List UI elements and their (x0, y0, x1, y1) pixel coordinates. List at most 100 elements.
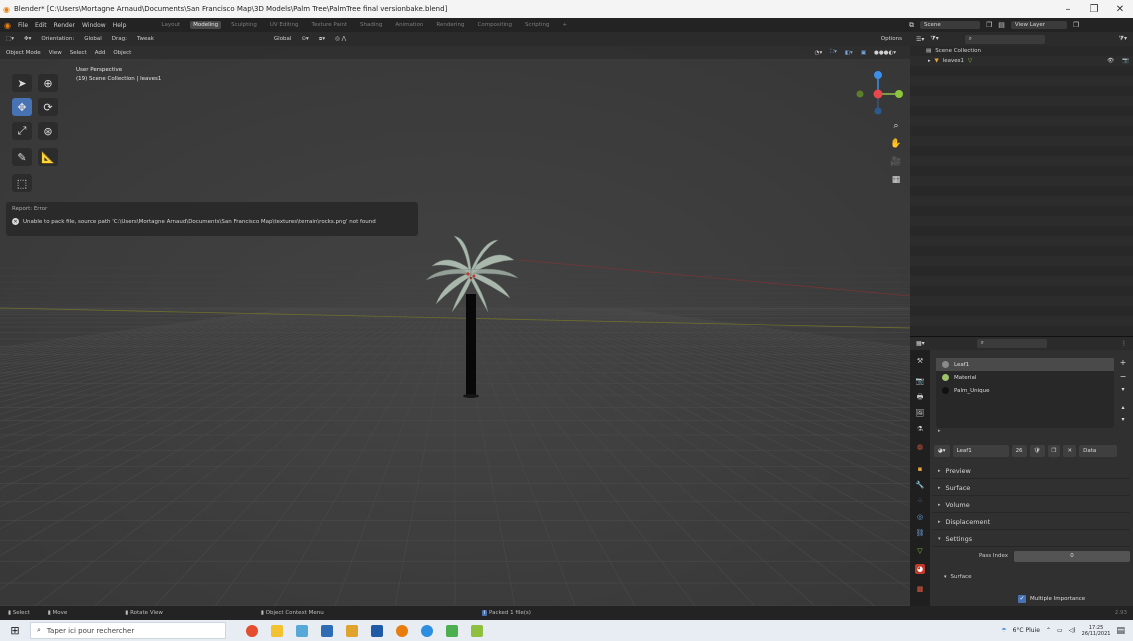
slot-add-button[interactable]: + (1118, 358, 1128, 368)
windows-start-icon[interactable]: ⊞ (0, 624, 30, 637)
blender-menu-icon[interactable]: ◉ (4, 21, 11, 30)
panel-settings[interactable]: ▾ Settings (932, 532, 1130, 547)
texture-tab-icon[interactable]: ▩ (915, 584, 925, 594)
output-tab-icon[interactable]: 🖶 (915, 392, 925, 402)
unlink-material-icon[interactable]: ✕ (1063, 445, 1077, 457)
outliner-search-input[interactable]: ⌕ (964, 34, 1045, 44)
new-view-layer-icon[interactable]: ❐ (1073, 21, 1079, 29)
properties-options-icon[interactable]: ⋮ (1121, 340, 1133, 347)
menu-window[interactable]: Window (82, 22, 106, 29)
new-scene-icon[interactable]: ❐ (986, 21, 992, 29)
tab-shading[interactable]: Shading (357, 21, 385, 29)
multiple-importance-checkbox[interactable]: ✓ Multiple Importance (1018, 595, 1085, 603)
outliner-filter-icon[interactable]: ⧩▾ (1119, 35, 1133, 43)
file-explorer-app-icon[interactable] (271, 624, 283, 637)
material-slot-material[interactable]: Material (936, 371, 1114, 384)
report-error-panel[interactable]: Report: Error ✕ Unable to pack file, sou… (6, 202, 418, 236)
move-tool-icon[interactable]: ✥ (12, 98, 32, 116)
scene-tab-icon[interactable]: ⚗ (915, 424, 925, 434)
fake-user-icon[interactable]: 🛡 (1029, 445, 1045, 457)
add-workspace-button[interactable]: + (559, 21, 570, 29)
menu-edit[interactable]: Edit (35, 22, 47, 29)
transform-pivot-icon[interactable]: ✥▾ (24, 36, 31, 42)
material-tab-icon[interactable]: ◕ (915, 564, 925, 574)
zoom-icon[interactable]: ⌕ (890, 120, 902, 132)
menu-view[interactable]: View (49, 50, 62, 56)
xray-icon[interactable]: ▣ (861, 50, 866, 56)
view-layer-icon[interactable]: ▤ (998, 21, 1005, 29)
tray-chevron-icon[interactable]: ⌃ (1046, 627, 1051, 634)
outliner[interactable]: ▤ Scene Collection ▸ ▼ leaves1 ▽ 👁 📷 (910, 46, 1133, 336)
duplicate-material-icon[interactable]: ❐ (1047, 445, 1061, 457)
drag-dropdown[interactable]: Tweak (137, 36, 154, 42)
proportional-edit-icon[interactable]: ◎ ⋀ (335, 36, 346, 42)
expand-chevron-icon[interactable]: ▸ (928, 58, 931, 64)
measure-tool-icon[interactable]: 📐 (38, 148, 58, 166)
modifier-tab-icon[interactable]: 🔧 (915, 480, 925, 490)
photos-app-icon[interactable] (321, 624, 333, 637)
object-mode-dropdown[interactable]: Object Mode (6, 50, 41, 56)
pivot-point-icon[interactable]: ⊙▾ (301, 36, 308, 42)
material-slot-leaf1[interactable]: Leaf1 (936, 358, 1114, 371)
scene-selector[interactable]: Scene (920, 21, 980, 29)
weather-text[interactable]: 6°C Pluie (1013, 627, 1040, 634)
tab-modeling[interactable]: Modeling (190, 21, 222, 29)
maximize-button[interactable]: ❐ (1081, 4, 1107, 15)
properties-editor-icon[interactable]: ▦▾ (916, 340, 925, 347)
tab-compositing[interactable]: Compositing (475, 21, 515, 29)
tool-tab-icon[interactable]: ⚒ (915, 356, 925, 366)
3d-viewport[interactable]: Object Mode View Select Add Object ◔▾ ⛶▾… (0, 46, 910, 606)
store-app-icon[interactable] (371, 624, 383, 637)
world-tab-icon[interactable]: ◍ (915, 442, 925, 452)
pass-index-field[interactable]: 0 (1014, 550, 1130, 562)
close-button[interactable]: ✕ (1107, 4, 1133, 15)
visibility-icon[interactable]: ◔▾ (815, 50, 823, 56)
chrome-app-icon[interactable] (246, 624, 258, 637)
tab-scripting[interactable]: Scripting (522, 21, 552, 29)
perspective-toggle-icon[interactable]: ▦ (890, 174, 902, 186)
paint-app-icon[interactable] (296, 624, 308, 637)
outliner-root-row[interactable]: ▤ Scene Collection (910, 46, 1133, 56)
data-tab-icon[interactable]: ▽ (915, 546, 925, 556)
tab-rendering[interactable]: Rendering (433, 21, 467, 29)
render-tab-icon[interactable]: 📷 (915, 376, 925, 386)
shading-solid-icon[interactable]: ●●●◐▾ (874, 50, 896, 56)
panel-surface[interactable]: ▸ Surface (932, 481, 1130, 496)
menu-object[interactable]: Object (113, 50, 131, 56)
panel-volume[interactable]: ▸ Volume (932, 498, 1130, 513)
menu-render[interactable]: Render (54, 22, 75, 29)
menu-select[interactable]: Select (70, 50, 87, 56)
surface-subpanel[interactable]: ▾ Surface (944, 574, 971, 580)
particles-tab-icon[interactable]: ⁘ (915, 496, 925, 506)
material-browse-icon[interactable]: ◕▾ (934, 445, 950, 457)
slot-menu-chevron-icon[interactable]: ▾ (1118, 386, 1128, 396)
view-layer-selector[interactable]: View Layer (1010, 21, 1067, 29)
tab-texture-paint[interactable]: Texture Paint (309, 21, 351, 29)
overlay-icon[interactable]: ◧▾ (845, 50, 853, 56)
editor-type-icon[interactable]: ☰▾ (916, 36, 924, 43)
material-name-field[interactable]: Leaf1 (952, 445, 1009, 457)
transform-orientation-dropdown[interactable]: Global (274, 36, 292, 42)
tab-layout[interactable]: Layout (158, 21, 183, 29)
tab-sculpting[interactable]: Sculpting (228, 21, 260, 29)
tab-uv-editing[interactable]: UV Editing (267, 21, 302, 29)
menu-file[interactable]: File (18, 22, 28, 29)
palm-tree-object[interactable] (418, 232, 528, 412)
rotate-tool-icon[interactable]: ⟳ (38, 98, 58, 116)
properties-search-input[interactable]: ⌕ (976, 339, 1047, 348)
pan-hand-icon[interactable]: ✋ (890, 138, 902, 150)
edge-app-icon[interactable] (421, 624, 433, 637)
panel-displacement[interactable]: ▸ Displacement (932, 515, 1130, 530)
outliner-item-leaves1[interactable]: ▸ ▼ leaves1 ▽ 👁 📷 (910, 56, 1133, 66)
constraints-tab-icon[interactable]: ⛓ (915, 528, 925, 538)
gizmo-icon[interactable]: ⛶▾ (830, 49, 837, 56)
material-slot-palm-unique[interactable]: Palm_Unique (936, 384, 1114, 397)
add-cube-tool-icon[interactable]: ⬚ (12, 174, 32, 192)
notifications-icon[interactable]: ▤ (1116, 626, 1125, 636)
panel-preview[interactable]: ▸ Preview (932, 464, 1130, 479)
scene-icon[interactable]: ⧉ (909, 21, 914, 30)
object-tab-icon[interactable]: ▪ (915, 464, 925, 474)
terminal-app-icon[interactable] (446, 624, 458, 637)
network-icon[interactable]: ▭ (1057, 627, 1063, 634)
physics-tab-icon[interactable]: ◎ (915, 512, 925, 522)
